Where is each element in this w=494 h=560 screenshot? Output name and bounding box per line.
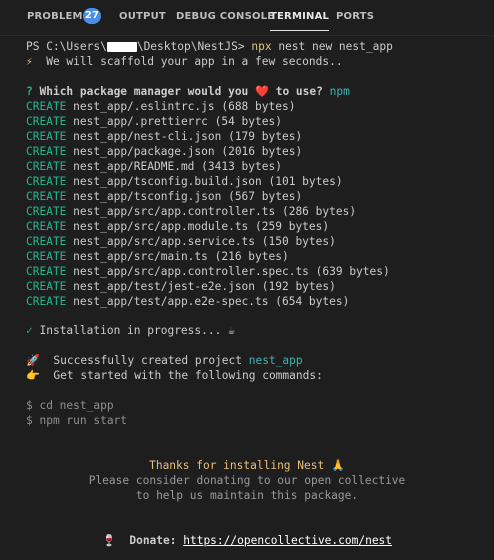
thanks-line: Thanks for installing Nest 🙏 bbox=[0, 458, 494, 473]
heart-icon: ❤️ bbox=[255, 85, 269, 98]
command-start: $ npm run start bbox=[26, 414, 128, 427]
created-file-path: nest_app/README.md (3413 bytes) bbox=[73, 160, 282, 173]
install-text: Installation in progress... bbox=[32, 324, 229, 337]
terminal-output[interactable]: PS C:\Users\ \Desktop\NestJS> npx nest ne… bbox=[0, 36, 494, 560]
check-icon: ✓ bbox=[26, 324, 33, 337]
create-keyword: CREATE bbox=[26, 220, 67, 233]
create-keyword: CREATE bbox=[26, 100, 67, 113]
create-keyword: CREATE bbox=[26, 250, 67, 263]
created-file-path: nest_app/.eslintrc.js (688 bytes) bbox=[73, 100, 296, 113]
question-text: Which package manager would you bbox=[32, 85, 256, 98]
question-mark: ? bbox=[26, 85, 33, 98]
create-keyword: CREATE bbox=[26, 235, 67, 248]
created-file-path: nest_app/src/app.module.ts (259 bytes) bbox=[73, 220, 330, 233]
pointing-hand-icon: 👉 bbox=[26, 369, 40, 382]
created-file-path: nest_app/src/app.service.ts (150 bytes) bbox=[73, 235, 336, 248]
create-keyword: CREATE bbox=[26, 160, 67, 173]
create-keyword: CREATE bbox=[26, 190, 67, 203]
tab-debug-console[interactable]: DEBUG CONSOLE bbox=[176, 11, 274, 22]
tab-terminal-label: TERMINAL bbox=[270, 11, 330, 22]
tab-ports[interactable]: PORTS bbox=[336, 11, 374, 22]
created-file-path: nest_app/src/app.controller.ts (286 byte… bbox=[73, 205, 357, 218]
created-file-path: nest_app/src/app.controller.spec.ts (639… bbox=[73, 265, 390, 278]
create-line: CREATE nest_app/src/app.controller.spec.… bbox=[26, 264, 390, 279]
success-line: 🚀 Successfully created project nest_app bbox=[26, 353, 303, 368]
prompt-line: PS C:\Users\ \Desktop\NestJS> npx nest ne… bbox=[26, 39, 393, 54]
create-line: CREATE nest_app/tsconfig.build.json (101… bbox=[26, 174, 343, 189]
create-keyword: CREATE bbox=[26, 175, 67, 188]
get-started-text: Get started with the following commands: bbox=[39, 369, 323, 382]
success-text: Successfully created project bbox=[39, 354, 249, 367]
tab-output[interactable]: OUTPUT bbox=[119, 11, 166, 22]
create-line: CREATE nest_app/test/app.e2e-spec.ts (65… bbox=[26, 294, 349, 309]
scaffold-line: ⚡ We will scaffold your app in a few sec… bbox=[26, 54, 343, 69]
project-name: nest_app bbox=[248, 354, 303, 367]
create-keyword: CREATE bbox=[26, 115, 67, 128]
create-line: CREATE nest_app/src/app.controller.ts (2… bbox=[26, 204, 356, 219]
install-line: ✓ Installation in progress... ☕ bbox=[26, 323, 235, 338]
create-keyword: CREATE bbox=[26, 145, 67, 158]
create-line: CREATE nest_app/src/main.ts (216 bytes) bbox=[26, 249, 289, 264]
scaffold-text: We will scaffold your app in a few secon… bbox=[32, 55, 343, 68]
create-line: CREATE nest_app/README.md (3413 bytes) bbox=[26, 159, 282, 174]
maintain-text: to help us maintain this package. bbox=[135, 489, 359, 502]
created-file-path: nest_app/nest-cli.json (179 bytes) bbox=[73, 130, 303, 143]
command-args: nest new nest_app bbox=[271, 40, 393, 53]
consider-donating-text: Please consider donating to our open col… bbox=[88, 474, 406, 487]
panel-tab-bar: PROBLEMS 27 OUTPUT DEBUG CONSOLE TERMINA… bbox=[0, 0, 494, 36]
donate-label: Donate: bbox=[115, 534, 184, 547]
created-file-path: nest_app/tsconfig.json (567 bytes) bbox=[73, 190, 303, 203]
thanks-text: Thanks for installing Nest bbox=[149, 459, 331, 472]
praying-hands-icon: 🙏 bbox=[330, 459, 345, 472]
question-tail: to use? bbox=[268, 85, 323, 98]
tab-problems[interactable]: PROBLEMS bbox=[27, 11, 90, 22]
created-file-path: nest_app/.prettierrc (54 bytes) bbox=[73, 115, 282, 128]
prompt-path-start: PS C:\Users\ bbox=[26, 40, 107, 53]
created-file-path: nest_app/src/main.ts (216 bytes) bbox=[73, 250, 289, 263]
active-tab-indicator bbox=[270, 30, 330, 31]
create-line: CREATE nest_app/nest-cli.json (179 bytes… bbox=[26, 129, 302, 144]
create-line: CREATE nest_app/src/app.module.ts (259 b… bbox=[26, 219, 329, 234]
redacted-username bbox=[106, 42, 137, 52]
question-answer: npm bbox=[322, 85, 350, 98]
create-keyword: CREATE bbox=[26, 265, 67, 278]
create-keyword: CREATE bbox=[26, 280, 67, 293]
created-file-path: nest_app/test/jest-e2e.json (192 bytes) bbox=[73, 280, 336, 293]
lightning-icon: ⚡ bbox=[26, 55, 33, 68]
created-file-path: nest_app/package.json (2016 bytes) bbox=[73, 145, 303, 158]
create-line: CREATE nest_app/src/app.service.ts (150 … bbox=[26, 234, 336, 249]
create-line: CREATE nest_app/test/jest-e2e.json (192 … bbox=[26, 279, 336, 294]
prompt-path-end: \Desktop\NestJS> bbox=[136, 40, 245, 53]
problems-count-badge: 27 bbox=[83, 8, 101, 24]
create-line: CREATE nest_app/.eslintrc.js (688 bytes) bbox=[26, 99, 295, 114]
get-started-line: 👉 Get started with the following command… bbox=[26, 368, 323, 383]
wine-glass-icon: 🍷 bbox=[101, 534, 116, 547]
tab-terminal[interactable]: TERMINAL bbox=[270, 11, 330, 31]
created-file-path: nest_app/test/app.e2e-spec.ts (654 bytes… bbox=[73, 295, 350, 308]
command-npx: npx bbox=[251, 40, 272, 53]
create-line: CREATE nest_app/tsconfig.json (567 bytes… bbox=[26, 189, 302, 204]
command-cd: $ cd nest_app bbox=[26, 399, 114, 412]
donate-line: 🍷 Donate: https://opencollective.com/nes… bbox=[0, 533, 494, 548]
create-keyword: CREATE bbox=[26, 130, 67, 143]
rocket-icon: 🚀 bbox=[26, 354, 40, 367]
create-keyword: CREATE bbox=[26, 295, 67, 308]
coffee-icon: ☕ bbox=[228, 324, 235, 337]
package-manager-question: ? Which package manager would you ❤️ to … bbox=[26, 84, 350, 99]
donate-link[interactable]: https://opencollective.com/nest bbox=[183, 534, 392, 547]
terminal-scrollbar[interactable] bbox=[490, 36, 494, 560]
created-file-path: nest_app/tsconfig.build.json (101 bytes) bbox=[73, 175, 343, 188]
create-keyword: CREATE bbox=[26, 205, 67, 218]
create-line: CREATE nest_app/.prettierrc (54 bytes) bbox=[26, 114, 282, 129]
create-line: CREATE nest_app/package.json (2016 bytes… bbox=[26, 144, 302, 159]
